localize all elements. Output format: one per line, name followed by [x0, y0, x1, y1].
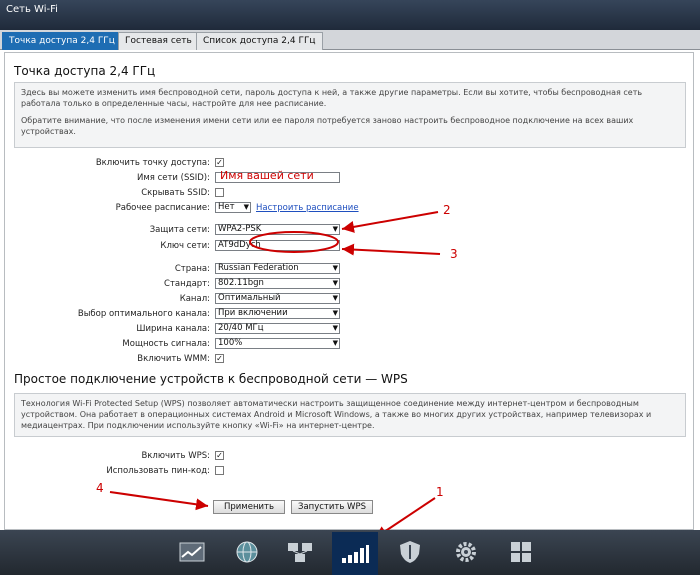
- annotation-overlay: [109, 211, 441, 539]
- arrow-4: [109, 491, 209, 511]
- annotation-number-1: 1: [436, 485, 444, 499]
- network-icon[interactable]: [286, 540, 314, 564]
- gear-icon[interactable]: [452, 540, 480, 564]
- arrow-3: [341, 243, 441, 256]
- annotation-number-4: 4: [96, 481, 104, 495]
- key-highlight-ellipse: [249, 231, 339, 253]
- arrow-2: [341, 211, 439, 233]
- chart-icon[interactable]: [178, 540, 206, 564]
- bottom-dock: [0, 530, 700, 575]
- globe-icon[interactable]: [233, 540, 261, 564]
- shield-icon[interactable]: [396, 540, 424, 564]
- annotation-number-2: 2: [443, 203, 451, 217]
- annotation-number-3: 3: [450, 247, 458, 261]
- wifi-signal-icon[interactable]: [332, 532, 378, 575]
- apps-grid-icon[interactable]: [507, 540, 535, 564]
